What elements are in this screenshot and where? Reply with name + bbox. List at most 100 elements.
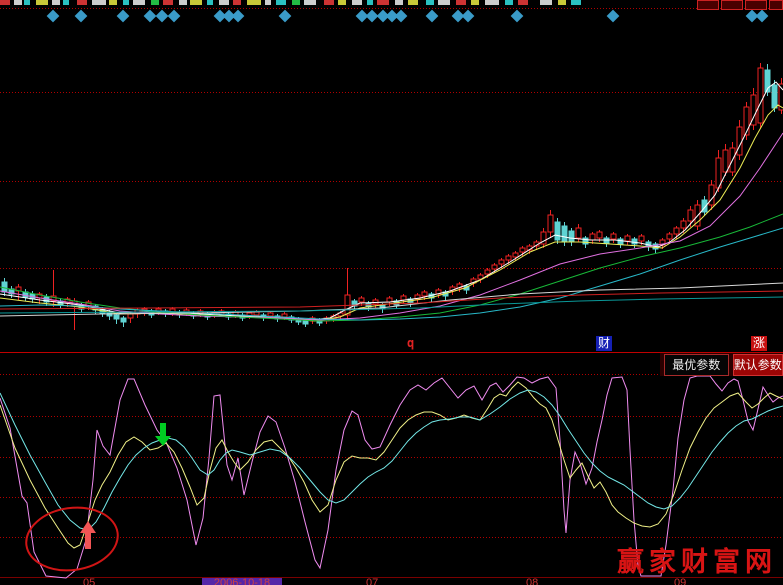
axis-year-label: 05 — [83, 578, 95, 585]
signal-diamond-icon — [144, 10, 157, 23]
truncated-text-fragment — [571, 0, 581, 5]
truncated-text-fragment — [485, 0, 499, 5]
candlestick — [548, 215, 553, 232]
truncated-text-fragment — [324, 0, 334, 5]
marker-q-label: q — [407, 336, 414, 351]
candlestick — [555, 222, 560, 240]
candlestick — [674, 228, 679, 234]
truncated-text-fragment — [518, 0, 528, 5]
truncated-text-fragment — [133, 0, 145, 5]
truncated-text-fragment — [247, 0, 261, 5]
signal-diamond-icon — [511, 10, 524, 23]
signal-diamond-icon — [756, 10, 769, 23]
candlestick — [667, 234, 672, 239]
default-params-button[interactable]: 默认参数 — [733, 354, 783, 376]
truncated-text-fragment — [92, 0, 106, 5]
candlestick — [520, 248, 525, 252]
candlestick — [128, 314, 133, 318]
truncated-text-fragment — [219, 0, 229, 5]
candlestick — [359, 298, 364, 302]
signal-diamond-icon — [75, 10, 88, 23]
truncated-text-fragment — [179, 0, 187, 5]
truncated-text-fragment — [395, 0, 403, 5]
candlestick — [590, 234, 595, 240]
truncated-text-fragment — [52, 0, 60, 5]
truncated-text-fragment — [207, 0, 213, 5]
candlestick — [303, 321, 308, 324]
signal-diamond-icon — [426, 10, 439, 23]
down-arrow-icon — [155, 423, 171, 446]
candlestick — [625, 236, 630, 241]
candlestick — [758, 68, 763, 123]
signal-diamond-icon — [232, 10, 245, 23]
candlestick — [618, 239, 623, 244]
truncated-text-fragment — [367, 0, 373, 5]
truncated-text-fragment — [14, 0, 22, 5]
truncated-text-fragment — [292, 0, 300, 5]
truncated-text-fragment — [540, 0, 552, 5]
ma-green — [0, 214, 783, 321]
optimal-params-button[interactable]: 最优参数 — [664, 354, 729, 376]
candlestick — [506, 256, 511, 260]
signal-diamond-icon — [117, 10, 130, 23]
signal-diamond-icon — [279, 10, 292, 23]
candlestick — [121, 318, 126, 322]
candlestick — [268, 313, 273, 316]
candlestick — [681, 221, 686, 228]
candlestick — [513, 253, 518, 257]
kdj-d-cyan — [0, 390, 783, 530]
candlestick — [422, 292, 427, 296]
signal-diamond-icon — [156, 10, 169, 23]
candlestick — [254, 312, 259, 315]
candlestick — [723, 150, 728, 172]
candlestick — [611, 234, 616, 239]
truncated-toolbar-button[interactable] — [721, 0, 743, 10]
signal-diamond-icon — [462, 10, 475, 23]
candlestick — [772, 85, 777, 108]
ma-magenta — [0, 133, 783, 320]
truncated-text-fragment — [24, 0, 30, 5]
signal-diamond-icon — [47, 10, 60, 23]
truncated-text-fragment — [77, 0, 87, 5]
candlestick — [632, 239, 637, 244]
toolbar-buttons-truncated[interactable] — [695, 0, 783, 7]
candlestick — [569, 231, 574, 242]
candlestick — [688, 210, 693, 221]
ma-fast-white — [0, 82, 783, 320]
truncated-text-fragment — [377, 0, 389, 5]
truncated-text-fragment — [109, 0, 117, 5]
truncated-text-fragment — [0, 0, 10, 5]
site-watermark: 赢家财富网 — [617, 540, 783, 579]
truncated-text-fragment — [558, 0, 566, 5]
truncated-text-fragment — [190, 0, 202, 5]
candlestick — [639, 236, 644, 241]
candlestick — [737, 127, 742, 155]
candlestick — [401, 296, 406, 300]
truncated-text-fragment — [63, 0, 69, 5]
candlestick — [485, 270, 490, 274]
signal-diamond-icon — [168, 10, 181, 23]
truncated-toolbar-button[interactable] — [697, 0, 719, 10]
candlestick — [499, 260, 504, 264]
axis-year-label: 07 — [366, 578, 378, 585]
truncated-text-fragment — [408, 0, 418, 5]
truncated-text-fragment — [352, 0, 362, 5]
candlestick — [282, 314, 287, 317]
truncated-text-fragment — [276, 0, 286, 5]
truncated-text-fragment — [438, 0, 450, 5]
truncated-text-fragment — [304, 0, 316, 5]
signal-diamond-icon — [366, 10, 379, 23]
candlestick — [492, 265, 497, 269]
candlestick — [562, 226, 567, 242]
axis-year-label: 09 — [674, 578, 686, 585]
candlestick — [114, 315, 119, 319]
truncated-text-fragment — [471, 0, 479, 5]
truncated-toolbar-button[interactable] — [745, 0, 767, 10]
signal-diamond-icon — [607, 10, 620, 23]
truncated-text-fragment — [505, 0, 513, 5]
truncated-text-fragment — [265, 0, 271, 5]
truncated-toolbar-button[interactable] — [769, 0, 783, 10]
chart-svg — [0, 0, 783, 585]
date-selection-box[interactable]: 2006-10-18 — [202, 578, 282, 585]
truncated-text-fragment — [338, 0, 346, 5]
